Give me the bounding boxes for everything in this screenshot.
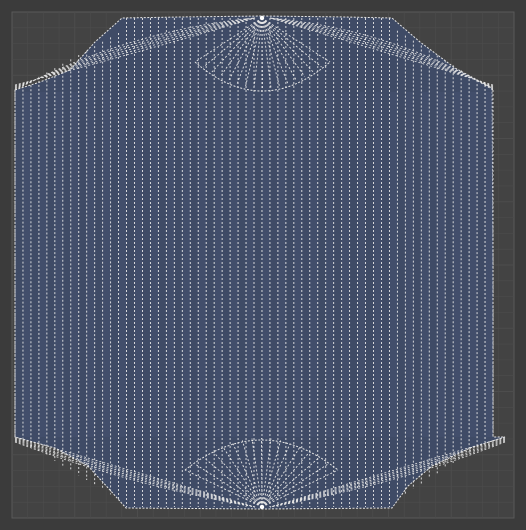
uv-face-column <box>230 92 239 437</box>
uv-face-column <box>38 92 47 437</box>
uv-face-column <box>405 92 414 437</box>
uv-face-column <box>182 92 191 437</box>
uv-editor-viewport[interactable] <box>0 0 526 530</box>
uv-face-column <box>134 92 143 437</box>
uv-face-column <box>86 92 95 437</box>
uv-face-column <box>341 92 350 437</box>
uv-face-column <box>102 92 111 437</box>
uv-canvas[interactable] <box>0 0 526 530</box>
uv-face-column <box>22 92 31 437</box>
uv-face-column <box>293 92 302 437</box>
uv-face-column <box>421 92 430 437</box>
uv-face-column <box>70 92 79 437</box>
uv-face-column <box>453 92 462 437</box>
uv-mesh-island[interactable] <box>14 15 506 510</box>
uv-face-column <box>261 92 270 437</box>
uv-face-column <box>150 92 159 437</box>
uv-face-column <box>437 92 446 437</box>
uv-face-column <box>325 92 334 437</box>
uv-face-column <box>277 92 286 437</box>
uv-face-column <box>485 92 493 437</box>
uv-face-column <box>246 92 254 437</box>
uv-face-column <box>198 92 207 437</box>
uv-vertex[interactable] <box>259 504 265 510</box>
uv-vertex[interactable] <box>259 15 265 21</box>
uv-face-column <box>214 92 223 437</box>
uv-face-column <box>118 92 127 437</box>
uv-face-column <box>389 92 398 437</box>
uv-face-column <box>54 92 63 437</box>
uv-face-column <box>357 92 366 437</box>
uv-face-column <box>469 92 478 437</box>
uv-face-column <box>373 92 382 437</box>
uv-face-column <box>166 92 175 437</box>
uv-face-column <box>309 92 318 437</box>
